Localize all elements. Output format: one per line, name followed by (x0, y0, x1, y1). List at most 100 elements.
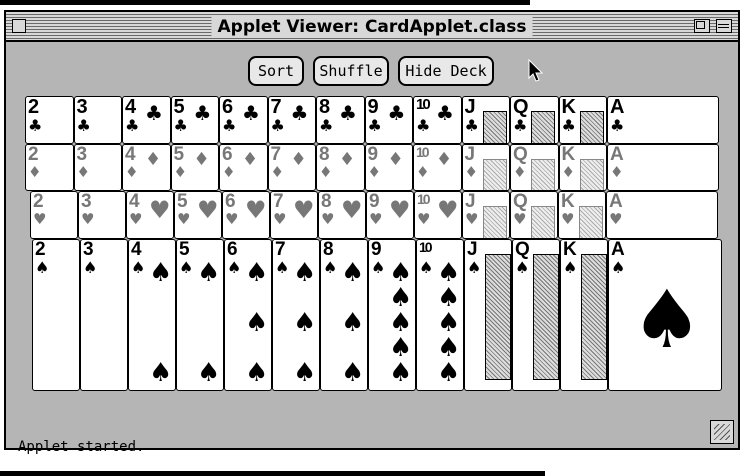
hearts-pip-icon: ♥ (341, 196, 363, 224)
card-10-of-spades[interactable]: 10 ♠ ♠ ♠ ♠ ♠ ♠ (416, 239, 464, 391)
card-rank-label: 9 (367, 96, 379, 118)
card-q-of-hearts[interactable]: Q ♥ (510, 191, 558, 239)
card-a-of-hearts[interactable]: A ♥ (606, 191, 718, 239)
card-j-of-diamonds[interactable]: J ♦ (461, 144, 510, 191)
background-strip-bottom (0, 471, 545, 476)
sort-button[interactable]: Sort (248, 56, 304, 86)
spades-pip-icon: ♠ (197, 258, 221, 288)
card-7-of-hearts[interactable]: 7 ♥ ♥ (270, 191, 318, 239)
hide-deck-button[interactable]: Hide Deck (398, 56, 494, 86)
card-10-of-clubs[interactable]: 10 ♣ ♣ (413, 96, 462, 144)
card-a-of-diamonds[interactable]: A ♦ (607, 144, 719, 191)
card-7-of-diamonds[interactable]: 7 ♦ ♦ (267, 144, 316, 191)
spades-pip-icon: ♠ (293, 358, 317, 388)
card-3-of-spades[interactable]: 3 ♠ (80, 239, 128, 391)
clubs-suit-icon: ♣ (270, 116, 285, 135)
collapse-box-icon[interactable] (716, 19, 732, 33)
card-10-of-hearts[interactable]: 10 ♥ ♥ (414, 191, 462, 239)
card-3-of-hearts[interactable]: 3 ♥ (78, 191, 126, 239)
spades-pip-icon: ♠ (149, 258, 173, 288)
diamonds-pip-icon: ♦ (193, 149, 210, 170)
card-rank-label: 9 (371, 239, 382, 260)
hearts-pip-icon: ♥ (197, 196, 219, 224)
card-9-of-spades[interactable]: 9 ♠ ♠ ♠ ♠ ♠ ♠ (368, 239, 416, 391)
card-9-of-hearts[interactable]: 9 ♥ ♥ (366, 191, 414, 239)
card-rank-label: K (561, 96, 576, 118)
card-9-of-diamonds[interactable]: 9 ♦ ♦ (364, 144, 413, 191)
card-2-of-diamonds[interactable]: 2 ♦ (25, 144, 74, 191)
applet-area: Sort Shuffle Hide Deck 2 ♣ 3 ♣ 4 ♣ ♣ 5 ♣ ♣ 6 ♣ ♣ 7 ♣ ♣ 8… (10, 44, 734, 455)
card-5-of-diamonds[interactable]: 5 ♦ ♦ (170, 144, 219, 191)
face-card-picture (483, 206, 507, 238)
diamonds-suit-icon: ♦ (561, 163, 575, 181)
close-box-icon[interactable] (12, 19, 26, 33)
card-j-of-clubs[interactable]: J ♣ (461, 96, 510, 144)
card-6-of-diamonds[interactable]: 6 ♦ ♦ (219, 144, 268, 191)
resize-grip-icon[interactable] (710, 420, 734, 444)
card-2-of-clubs[interactable]: 2 ♣ (25, 96, 74, 144)
diamonds-suit-icon: ♦ (173, 163, 187, 181)
face-card-picture (579, 111, 604, 143)
face-card-picture (531, 111, 555, 143)
card-2-of-spades[interactable]: 2 ♠ (32, 239, 80, 391)
spades-pip-icon: ♠ (245, 358, 269, 388)
card-6-of-clubs[interactable]: 6 ♣ ♣ (219, 96, 268, 144)
card-4-of-diamonds[interactable]: 4 ♦ ♦ (122, 144, 171, 191)
title-bar[interactable]: Applet Viewer: CardApplet.class (6, 12, 738, 42)
card-2-of-hearts[interactable]: 2 ♥ (30, 191, 78, 239)
card-row-hearts: 2 ♥ 3 ♥ 4 ♥ ♥ 5 ♥ ♥ 6 ♥ ♥ 7 ♥ ♥ 8 ♥ ♥ 9 ♥ ♥ 10 ♥ ♥ J ♥ Q ♥ K ♥ A ♥ (30, 191, 718, 239)
card-q-of-diamonds[interactable]: Q ♦ (510, 144, 559, 191)
card-6-of-hearts[interactable]: 6 ♥ ♥ (222, 191, 270, 239)
card-rank-label: 8 (321, 191, 332, 212)
card-5-of-clubs[interactable]: 5 ♣ ♣ (170, 96, 219, 144)
card-5-of-spades[interactable]: 5 ♠ ♠ ♠ (176, 239, 224, 391)
card-5-of-hearts[interactable]: 5 ♥ ♥ (174, 191, 222, 239)
card-rank-label: K (563, 239, 577, 260)
clubs-suit-icon: ♣ (610, 116, 625, 135)
card-k-of-hearts[interactable]: K ♥ (558, 191, 606, 239)
hearts-pip-icon: ♥ (389, 196, 411, 224)
card-k-of-spades[interactable]: K ♠ (560, 239, 608, 391)
hearts-suit-icon: ♥ (225, 210, 239, 228)
shuffle-button[interactable]: Shuffle (313, 56, 389, 86)
card-4-of-clubs[interactable]: 4 ♣ ♣ (122, 96, 171, 144)
card-rank-label: 9 (369, 191, 380, 212)
diamonds-suit-icon: ♦ (222, 163, 236, 181)
clubs-pip-icon: ♣ (436, 101, 454, 125)
clubs-pip-icon: ♣ (145, 101, 163, 125)
spades-pip-icon: ♠ (341, 308, 365, 338)
card-3-of-diamonds[interactable]: 3 ♦ (73, 144, 122, 191)
card-q-of-spades[interactable]: Q ♠ (512, 239, 560, 391)
card-7-of-spades[interactable]: 7 ♠ ♠ ♠ ♠ (272, 239, 320, 391)
card-rank-label: A (610, 144, 624, 165)
card-k-of-diamonds[interactable]: K ♦ (558, 144, 607, 191)
clubs-pip-icon: ♣ (290, 101, 309, 125)
card-rank-label: 7 (273, 191, 284, 212)
card-8-of-hearts[interactable]: 8 ♥ ♥ (318, 191, 366, 239)
card-8-of-spades[interactable]: 8 ♠ ♠ ♠ ♠ (320, 239, 368, 391)
card-a-of-clubs[interactable]: A ♣ (607, 96, 719, 144)
card-9-of-clubs[interactable]: 9 ♣ ♣ (364, 96, 413, 144)
card-6-of-spades[interactable]: 6 ♠ ♠ ♠ ♠ (224, 239, 272, 391)
card-k-of-clubs[interactable]: K ♣ (558, 96, 607, 144)
hearts-suit-icon: ♥ (417, 210, 431, 228)
card-8-of-diamonds[interactable]: 8 ♦ ♦ (316, 144, 365, 191)
card-j-of-spades[interactable]: J ♠ (464, 239, 512, 391)
card-3-of-clubs[interactable]: 3 ♣ (73, 96, 122, 144)
card-10-of-diamonds[interactable]: 10 ♦ ♦ (413, 144, 462, 191)
spades-pip-icon: ♠ (341, 258, 365, 288)
card-7-of-clubs[interactable]: 7 ♣ ♣ (267, 96, 316, 144)
card-4-of-hearts[interactable]: 4 ♥ ♥ (126, 191, 174, 239)
spades-pip-icon: ♠ (389, 333, 413, 363)
card-a-of-spades[interactable]: A ♠ ♠ (608, 239, 722, 391)
hearts-suit-icon: ♥ (513, 210, 527, 228)
card-j-of-hearts[interactable]: J ♥ (462, 191, 510, 239)
spades-suit-icon: ♠ (131, 258, 146, 277)
card-4-of-spades[interactable]: 4 ♠ ♠ ♠ (128, 239, 176, 391)
card-8-of-clubs[interactable]: 8 ♣ ♣ (316, 96, 365, 144)
card-rank-label: 7 (270, 96, 282, 118)
card-q-of-clubs[interactable]: Q ♣ (510, 96, 559, 144)
card-rank-label: 10 (419, 239, 433, 255)
zoom-box-icon[interactable] (694, 19, 710, 33)
clubs-suit-icon: ♣ (28, 116, 43, 135)
